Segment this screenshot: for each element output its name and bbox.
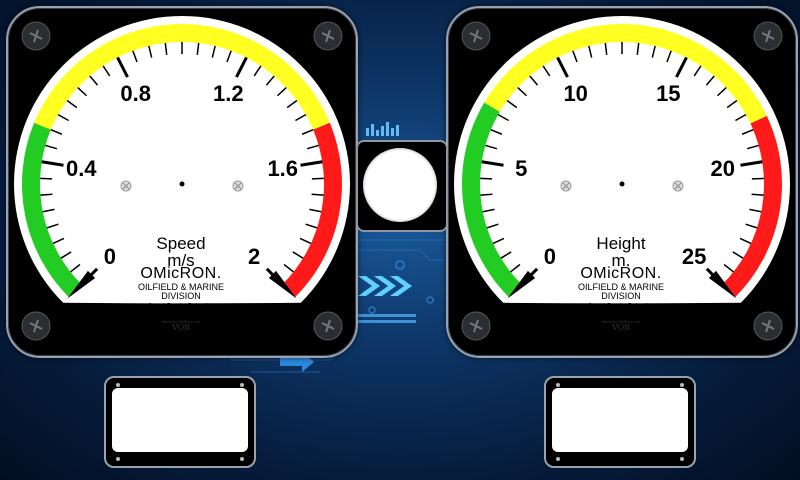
height-gauge-signature: VOB [611, 323, 631, 332]
screw-icon [240, 457, 244, 461]
height-gauge-tick [751, 193, 764, 196]
height-readout-screen [552, 388, 688, 452]
screw-icon [680, 383, 684, 387]
height-readout-display [544, 376, 696, 468]
speed-gauge-scale-label: 1.2 [213, 81, 244, 106]
speed-gauge-signature: VOB [171, 323, 191, 332]
speed-gauge-division-line2: DIVISION [161, 291, 201, 301]
speed-gauge-scale-label: 0.4 [66, 156, 97, 181]
speed-gauge-scale-label: 1.6 [267, 156, 298, 181]
screw-icon [116, 457, 120, 461]
height-gauge-scale-label: 20 [711, 156, 735, 181]
height-gauge-center-dot [619, 181, 625, 187]
height-gauge: 0 5 10 15 20 25 Height m. OMicRON. OILFIELD &… [446, 6, 798, 358]
height-gauge-scale-label: 5 [515, 156, 527, 181]
screw-icon [556, 383, 560, 387]
height-gauge-label: Height [596, 234, 646, 253]
screw-icon [240, 383, 244, 387]
speed-gauge-label: Speed [156, 234, 206, 253]
speed-gauge-tick [40, 193, 53, 196]
height-gauge-scale-label: 15 [656, 81, 680, 106]
speed-gauge: 0 0.4 0.8 1.2 1.6 2 Speed m/s OMicRON. OILFIE… [6, 6, 358, 358]
speed-gauge-brand: OMicRON. [140, 265, 222, 282]
height-gauge-division-line2: DIVISION [601, 291, 641, 301]
speed-gauge-scale-label: 0.8 [120, 81, 151, 106]
speed-readout-screen [112, 388, 248, 452]
height-gauge-tick [480, 193, 493, 196]
speed-readout-display [104, 376, 256, 468]
speed-gauge-location: Surgut, Russian Federation [148, 303, 214, 309]
height-gauge-brand: OMicRON. [580, 265, 662, 282]
center-indicator [356, 140, 448, 232]
indicator-lens [363, 148, 437, 222]
chevron-arrows-icon [358, 276, 412, 296]
screw-icon [680, 457, 684, 461]
height-gauge-location: Surgut, Russian Federation [588, 303, 654, 309]
height-gauge-scale-label: 10 [563, 81, 587, 106]
speed-gauge-center-dot [179, 181, 185, 187]
screw-icon [556, 457, 560, 461]
screw-icon [116, 383, 120, 387]
speed-gauge-tick [311, 193, 324, 196]
